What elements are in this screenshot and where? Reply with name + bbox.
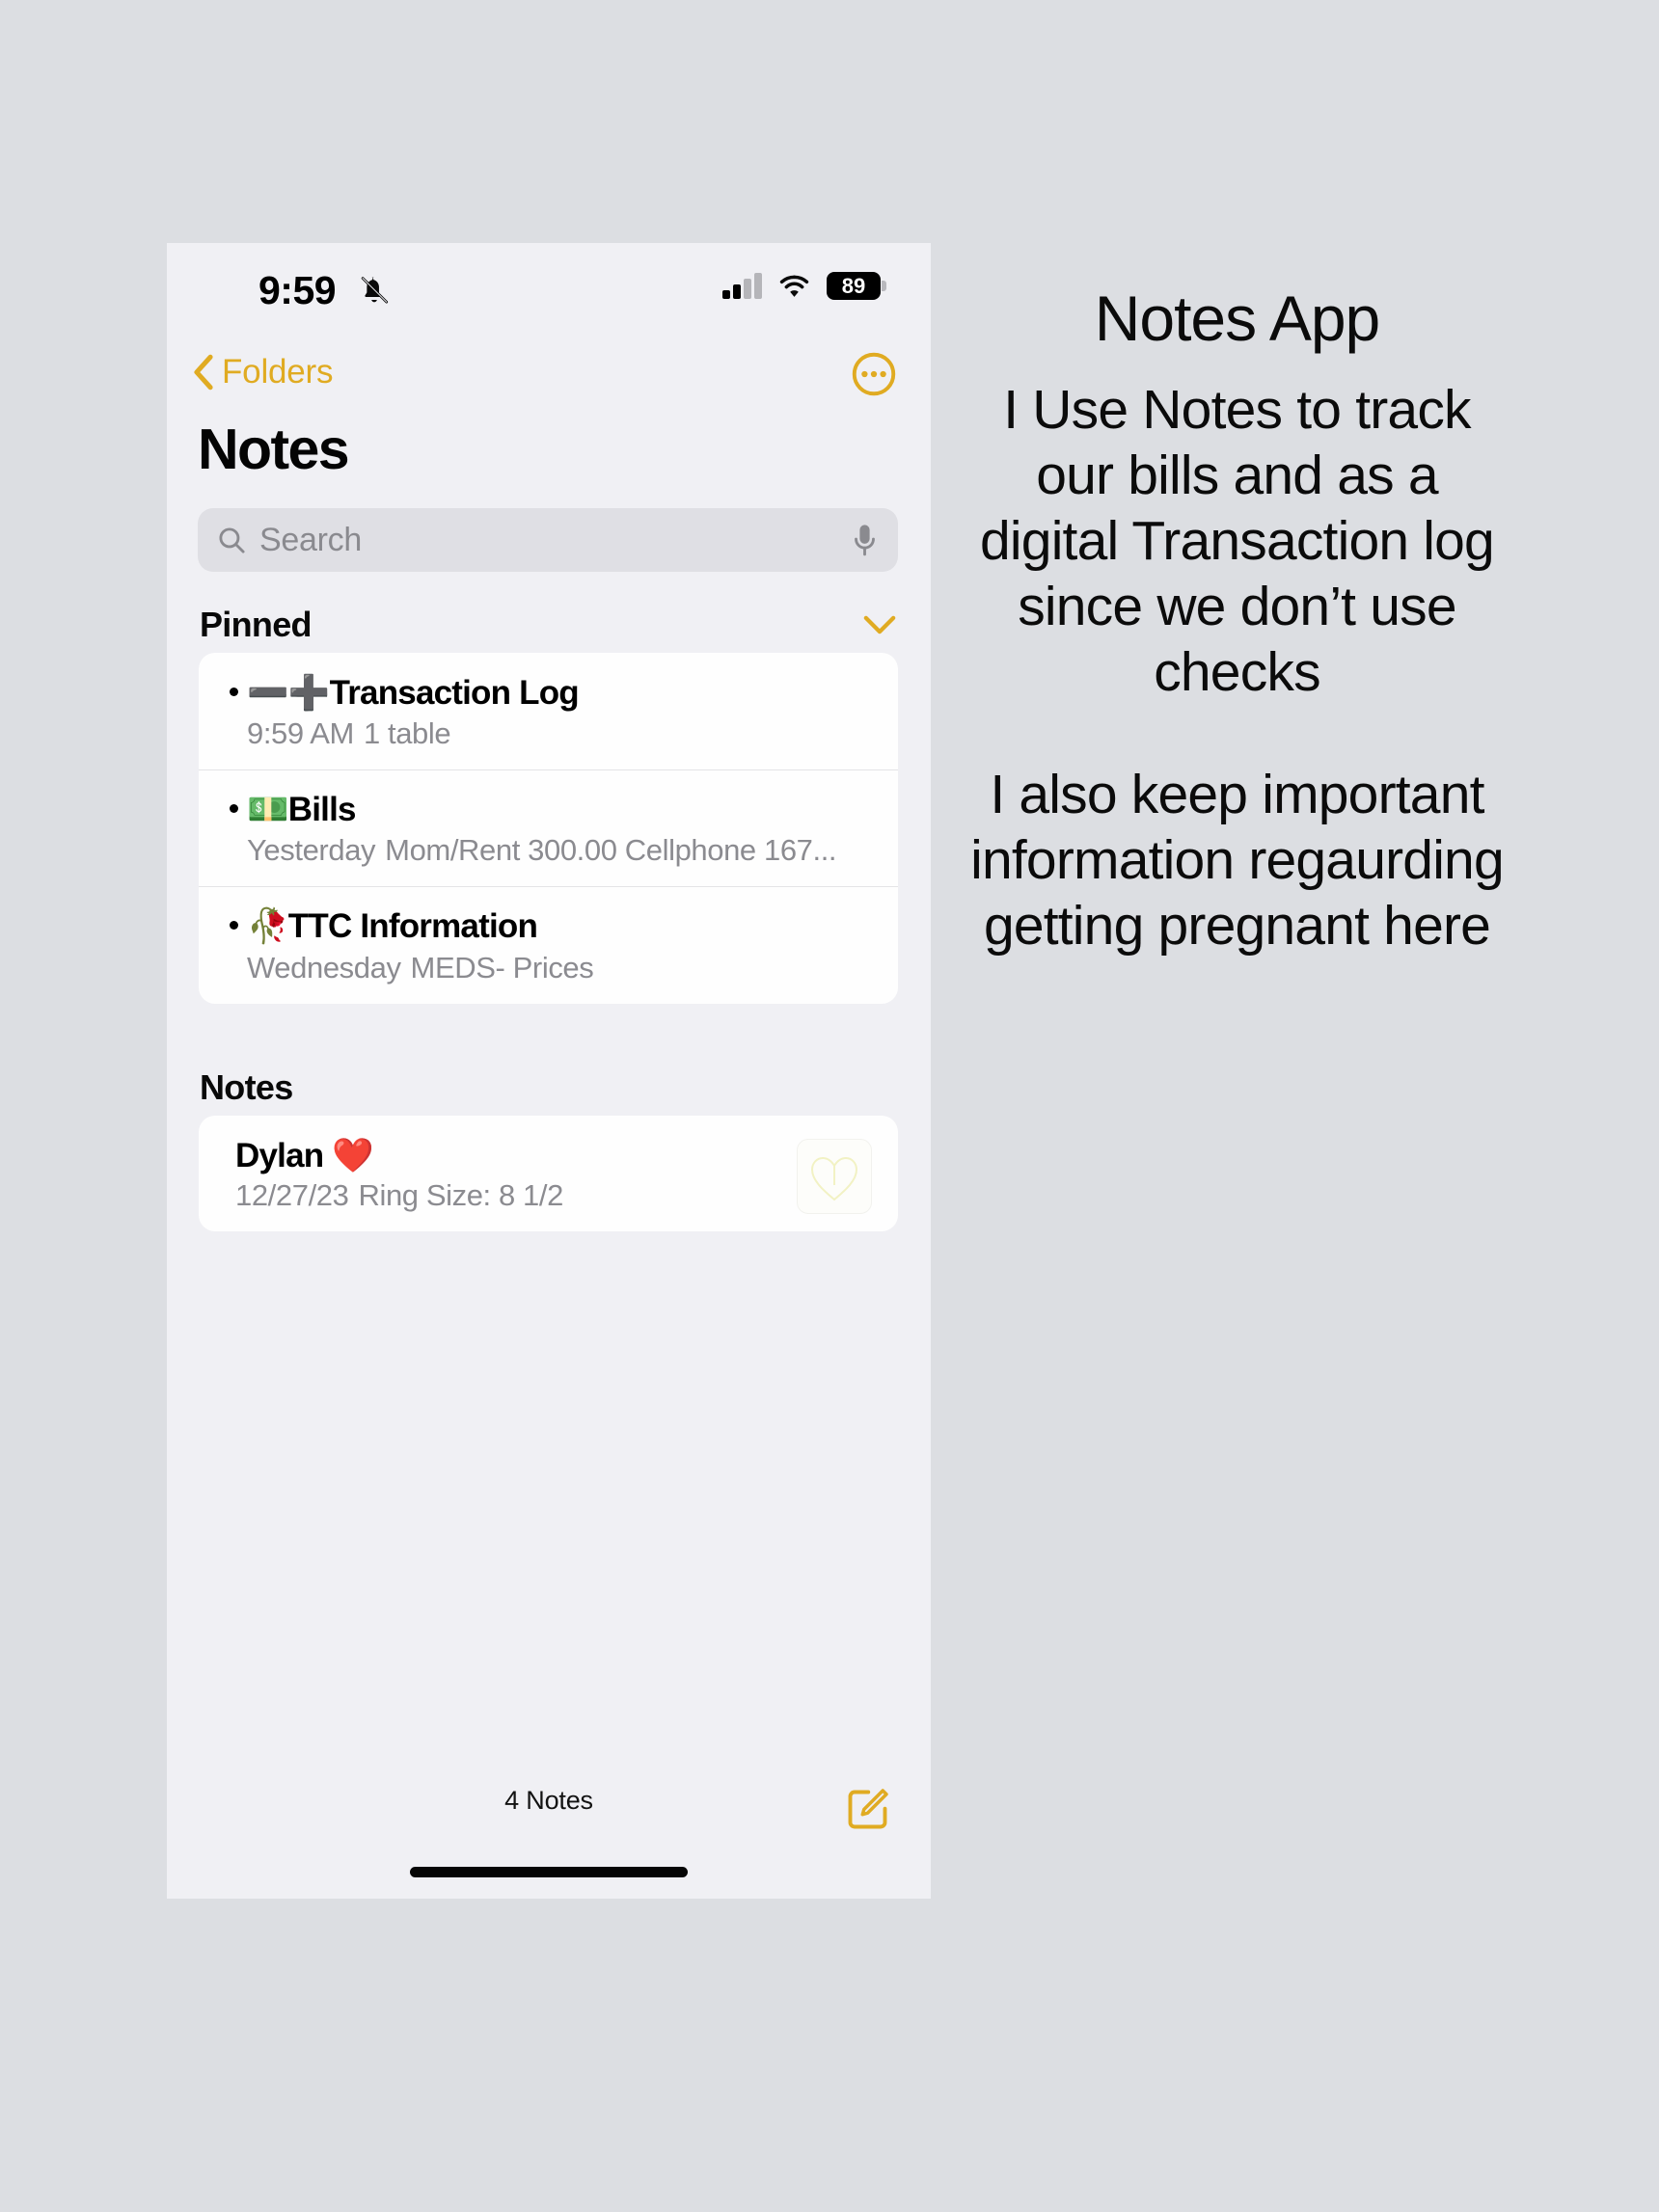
battery-percent-label: 89 — [841, 273, 866, 298]
notes-count-label: 4 Notes — [504, 1786, 593, 1815]
caption-block: Notes App I Use Notes to track our bills… — [969, 283, 1505, 959]
page-title: Notes — [198, 418, 350, 481]
bell-slash-icon — [361, 277, 389, 304]
battery-icon: 89 — [827, 272, 886, 300]
more-circle-icon[interactable] — [851, 351, 897, 397]
pinned-notes-group: ➖➕Transaction Log 9:59 AM 1 table 💵Bills … — [199, 653, 898, 1004]
note-row[interactable]: Dylan ❤️ 12/27/23 Ring Size: 8 1/2 — [199, 1116, 898, 1231]
cellular-signal-icon — [722, 272, 762, 299]
note-subtitle: 9:59 AM 1 table — [247, 716, 864, 751]
note-row[interactable]: ➖➕Transaction Log 9:59 AM 1 table — [199, 653, 898, 769]
section-header-pinned: Pinned — [200, 605, 896, 645]
note-subtitle: 12/27/23 Ring Size: 8 1/2 — [235, 1178, 853, 1213]
note-snippet: Ring Size: 8 1/2 — [358, 1178, 563, 1213]
chevron-left-icon — [194, 354, 213, 391]
notes-group: Dylan ❤️ 12/27/23 Ring Size: 8 1/2 — [199, 1116, 898, 1232]
compose-icon[interactable] — [846, 1785, 892, 1831]
caption-paragraph-1: I Use Notes to track our bills and as a … — [980, 379, 1495, 703]
section-title: Pinned — [200, 605, 313, 644]
note-emoji: 🥀 — [247, 907, 289, 947]
back-to-folders-button[interactable]: Folders — [193, 353, 334, 391]
back-button-label: Folders — [222, 353, 334, 391]
note-date: Yesterday — [247, 833, 376, 868]
note-subtitle: Wednesday MEDS- Prices — [247, 951, 864, 985]
phone-screenshot: 9:59 89 Folders Notes Search Pinned ➖➕Tr… — [167, 243, 931, 1899]
search-input[interactable]: Search — [198, 508, 898, 572]
section-header-notes: Notes — [200, 1067, 896, 1108]
note-emoji: ➖➕ — [247, 674, 330, 713]
nav-bar: Folders — [167, 347, 931, 417]
wifi-icon — [779, 275, 809, 297]
status-bar: 9:59 89 — [167, 243, 931, 351]
section-title: Notes — [200, 1067, 293, 1107]
home-indicator[interactable] — [410, 1867, 688, 1877]
note-subtitle: Yesterday Mom/Rent 300.00 Cellphone 167..… — [247, 833, 864, 868]
heart-drawing-icon — [810, 1156, 858, 1201]
note-date: Wednesday — [247, 950, 401, 985]
note-bullet-icon — [230, 804, 238, 814]
note-date: 9:59 AM — [247, 716, 354, 751]
note-snippet: Mom/Rent 300.00 Cellphone 167... — [385, 833, 837, 868]
note-snippet: 1 table — [363, 716, 451, 751]
chevron-down-icon[interactable] — [863, 615, 896, 634]
search-placeholder: Search — [259, 521, 362, 558]
note-row[interactable]: 💵Bills Yesterday Mom/Rent 300.00 Cellphon… — [199, 769, 898, 886]
microphone-icon[interactable] — [853, 523, 877, 557]
note-bullet-icon — [230, 921, 238, 931]
note-thumbnail — [797, 1139, 872, 1214]
caption-heading: Notes App — [1094, 283, 1381, 354]
status-bar-time: 9:59 — [258, 268, 337, 312]
note-title: ➖➕Transaction Log — [247, 674, 580, 713]
note-title: 🥀TTC Information — [247, 907, 538, 947]
caption-paragraph-2: I also keep important information regaur… — [970, 764, 1505, 958]
note-title: 💵Bills — [247, 791, 357, 830]
note-emoji: 💵 — [247, 791, 289, 830]
note-bullet-icon — [230, 688, 238, 696]
note-date: 12/27/23 — [235, 1178, 349, 1213]
status-bar-indicators: 89 — [722, 272, 886, 300]
note-snippet: MEDS- Prices — [410, 950, 594, 985]
search-icon — [219, 526, 245, 553]
note-row[interactable]: 🥀TTC Information Wednesday MEDS- Prices — [199, 886, 898, 1003]
